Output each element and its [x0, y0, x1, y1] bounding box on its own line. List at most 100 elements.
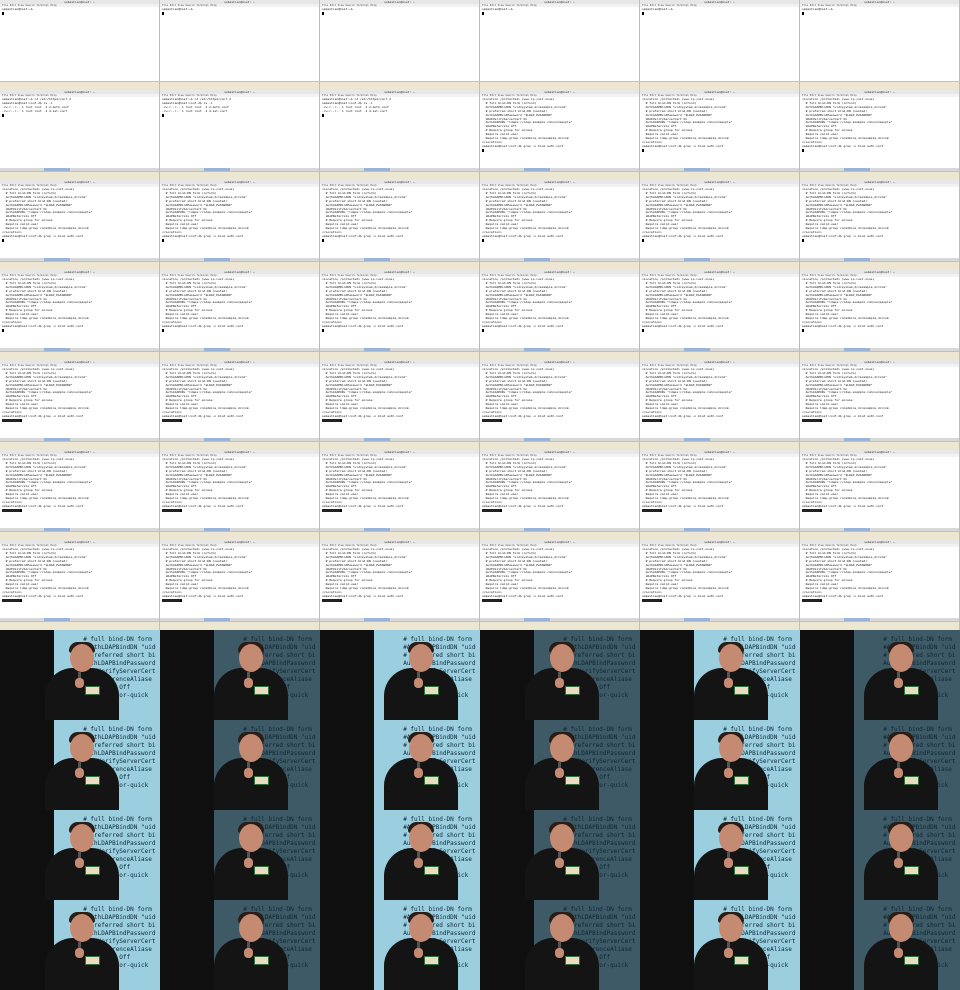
camera-frame: # full bind-DN form (infi#AuthLDAPBindDN…	[0, 900, 160, 990]
terminal-thumbnail: sebastian@host: ~ File Edit View Search T…	[480, 0, 640, 90]
terminal-thumbnail: sebastian@host: ~ File Edit View Search T…	[160, 90, 320, 180]
speaker-hand	[244, 948, 254, 958]
camera-frame: # full bind-DN form (infi#AuthLDAPBindDN…	[320, 810, 480, 900]
camera-frame: # full bind-DN form (infi#AuthLDAPBindDN…	[320, 900, 480, 990]
status-bar	[640, 531, 799, 540]
terminal-line: -rw-r--r-- 1 root root 4 4-ssl.conf	[2, 108, 68, 113]
terminal-thumbnail: sebastian@host: ~ File Edit View Search T…	[800, 270, 960, 360]
speaker-badge	[84, 776, 100, 785]
camera-frame: # full bind-DN form (infi#AuthLDAPBindDN…	[800, 720, 960, 810]
prompt-line: sebastian@host:conf.d$ grep -n bind auth…	[2, 323, 84, 328]
terminal-text: <Location /protected> (www.ip.cust.zone)…	[162, 548, 317, 622]
cursor	[660, 598, 662, 602]
menu-labels: File Edit View Search Terminal Help	[642, 94, 697, 97]
status-bar	[640, 441, 799, 450]
redacted-block	[162, 508, 180, 512]
speaker-hand	[724, 768, 734, 778]
camera-frame: # full bind-DN form (infi#AuthLDAPBindDN…	[800, 900, 960, 990]
speaker-hand	[414, 768, 423, 778]
slide-line: # full bind-DN form (infi	[83, 906, 156, 913]
status-bar	[320, 261, 479, 270]
speaker-torso	[384, 938, 458, 990]
stage-shadow	[160, 900, 215, 990]
terminal-text: <Location /protected> (www.ip.cust.zone)…	[322, 188, 477, 262]
speaker-badge	[254, 686, 270, 695]
cursor	[820, 418, 822, 422]
menu-labels: File Edit View Search Terminal Help	[162, 364, 217, 367]
status-bar	[320, 81, 479, 90]
cursor	[162, 11, 164, 15]
speaker	[214, 822, 289, 900]
camera-frame: # full bind-DN form (infi#AuthLDAPBindDN…	[0, 720, 160, 810]
speaker-badge	[904, 776, 919, 785]
status-bar	[640, 351, 799, 360]
speaker	[864, 912, 938, 990]
status-bar	[320, 171, 479, 180]
terminal-text: <Location /protected> (www.ip.cust.zone)…	[482, 368, 637, 442]
camera-frame: # full bind-DN form (infi#AuthLDAPBindDN…	[160, 630, 320, 720]
stage-shadow	[320, 720, 375, 810]
prompt-line: sebastian@host:conf.d$ grep -n bind auth…	[162, 323, 244, 328]
speaker	[384, 822, 458, 900]
cursor	[340, 508, 342, 512]
prompt-line: sebastian@host:conf.d$ grep -n bind auth…	[802, 593, 884, 598]
stage-shadow	[320, 630, 375, 720]
redacted-block	[2, 418, 20, 422]
camera-frame: # full bind-DN form (infi#AuthLDAPBindDN…	[640, 810, 800, 900]
speaker-torso	[384, 848, 458, 900]
speaker-head	[549, 824, 574, 852]
speaker-badge	[84, 866, 100, 875]
status-bar	[480, 171, 639, 180]
terminal-line: -rw-r--r-- 1 root root 4 4-ssl.conf	[162, 108, 228, 113]
speaker-head	[69, 914, 94, 942]
speaker-badge	[424, 866, 439, 875]
cursor	[802, 11, 804, 15]
terminal-text: sebastian@host:~$ cd /etc/httpd/conf.d se…	[322, 98, 477, 172]
speaker-badge	[564, 686, 580, 695]
terminal-text: <Location /protected> (www.ip.cust.zone)…	[2, 188, 157, 262]
status-bar	[640, 81, 799, 90]
menu-labels: File Edit View Search Terminal Help	[482, 94, 537, 97]
status-bar	[800, 261, 959, 270]
redacted-block	[802, 508, 820, 512]
terminal-text: <Location /protected> (www.ip.cust.zone)…	[162, 458, 317, 532]
camera-frame: # full bind-DN form (infi#AuthLDAPBindDN…	[0, 810, 160, 900]
speaker-torso	[864, 668, 938, 720]
status-bar	[320, 351, 479, 360]
camera-frame: # full bind-DN form (infi#AuthLDAPBindDN…	[320, 720, 480, 810]
prompt-line: sebastian@host:conf.d$ grep -n bind auth…	[2, 503, 84, 508]
menu-labels: File Edit View Search Terminal Help	[322, 184, 377, 187]
speaker-torso	[524, 938, 599, 990]
cursor	[322, 238, 324, 242]
terminal-line: sebastian@host:~$	[482, 8, 515, 11]
slide-line: # full bind-DN form (infi	[563, 726, 636, 733]
camera-frame: # full bind-DN form (infi#AuthLDAPBindDN…	[160, 810, 320, 900]
terminal-thumbnail: sebastian@host: ~ File Edit View Search T…	[480, 180, 640, 270]
camera-frame: # full bind-DN form (infi#AuthLDAPBindDN…	[640, 630, 800, 720]
status-bar	[320, 531, 479, 540]
terminal-text: <Location /protected> (www.ip.cust.zone)…	[162, 368, 317, 442]
status-bar	[480, 351, 639, 360]
redacted-block	[482, 418, 500, 422]
status-bar	[640, 621, 799, 630]
cursor	[2, 328, 4, 332]
speaker-hand	[74, 948, 84, 958]
status-bar	[160, 81, 319, 90]
terminal-text: <Location /protected> (www.ip.cust.zone)…	[642, 98, 797, 172]
terminal-text: <Location /protected> (www.ip.cust.zone)…	[482, 278, 637, 352]
speaker	[44, 732, 119, 810]
camera-frame: # full bind-DN form (infi#AuthLDAPBindDN…	[800, 630, 960, 720]
cursor	[500, 598, 502, 602]
cursor	[482, 328, 484, 332]
menu-labels: File Edit View Search Terminal Help	[802, 544, 857, 547]
speaker-badge	[564, 956, 580, 965]
terminal-thumbnail: sebastian@host: ~ File Edit View Search T…	[320, 180, 480, 270]
speaker-torso	[44, 938, 119, 990]
terminal-thumbnail: sebastian@host: ~ File Edit View Search T…	[160, 180, 320, 270]
speaker-torso	[694, 848, 769, 900]
terminal-thumbnail: sebastian@host: ~ File Edit View Search T…	[160, 450, 320, 540]
status-bar	[800, 351, 959, 360]
terminal-text: <Location /protected> (www.ip.cust.zone)…	[322, 278, 477, 352]
speaker-torso	[214, 668, 289, 720]
speaker-torso	[524, 668, 599, 720]
